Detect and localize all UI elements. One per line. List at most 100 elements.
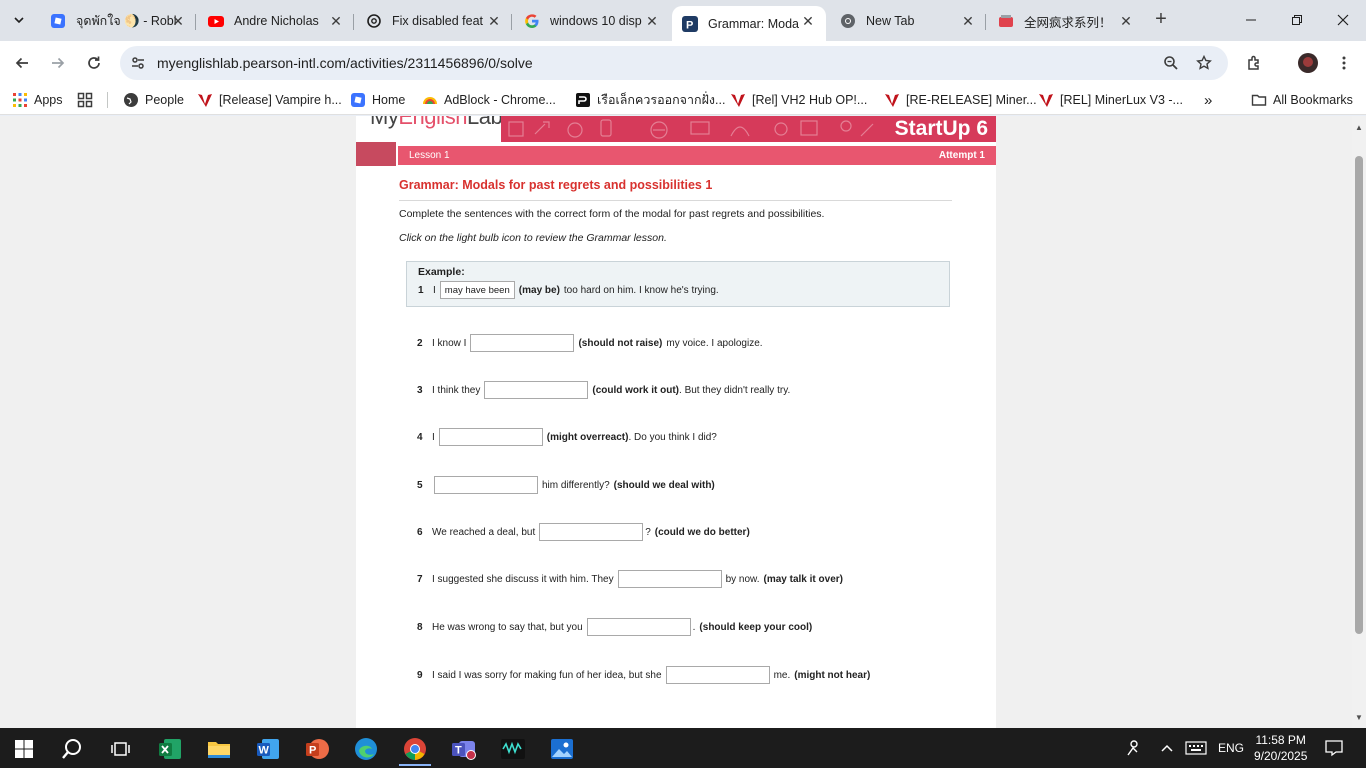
- all-bookmarks-button[interactable]: All Bookmarks: [1251, 91, 1353, 109]
- answer-input[interactable]: [617, 570, 722, 588]
- tab-new-tab[interactable]: New Tab ✕: [830, 6, 986, 36]
- forward-button[interactable]: [44, 49, 72, 77]
- bookmark-star-icon[interactable]: [1194, 53, 1214, 73]
- bookmark-adblock[interactable]: AdBlock - Chrome...: [422, 91, 556, 109]
- tab-grammar-active[interactable]: P Grammar: Moda ✕: [672, 6, 826, 41]
- zoom-icon[interactable]: [1161, 53, 1181, 73]
- close-icon[interactable]: ✕: [328, 13, 344, 30]
- scroll-thumb[interactable]: [1355, 156, 1363, 634]
- bookmark-vh2[interactable]: [Rel] VH2 Hub OP!...: [730, 91, 867, 109]
- tab-youtube[interactable]: Andre Nicholas ✕: [198, 6, 354, 36]
- answer-input[interactable]: [539, 523, 644, 541]
- bookmarks-overflow-button[interactable]: »: [1204, 91, 1212, 109]
- logo-part: English: [398, 116, 467, 129]
- tab-roblox[interactable]: จุดพักใจ 🌖 - Robl ✕: [40, 6, 196, 36]
- powerpoint-icon[interactable]: P: [297, 732, 337, 766]
- profile-avatar[interactable]: [1294, 49, 1322, 77]
- bookmark-apps[interactable]: Apps: [12, 91, 63, 109]
- tab-bilibili[interactable]: 全网疯求系列！ ✕: [988, 6, 1144, 36]
- close-icon[interactable]: ✕: [644, 13, 660, 30]
- tab-google[interactable]: windows 10 disp ✕: [514, 6, 670, 36]
- answer-input[interactable]: [434, 476, 538, 494]
- notifications-icon[interactable]: [1324, 728, 1344, 768]
- bookmark-vampire[interactable]: [Release] Vampire h...: [197, 91, 342, 109]
- question-row: 7 I suggested she discuss it with him. T…: [417, 570, 843, 588]
- people-tray-icon[interactable]: [1124, 728, 1142, 768]
- new-tab-button[interactable]: +: [1150, 8, 1172, 30]
- notion-icon: [575, 92, 591, 108]
- lesson-label: Lesson 1: [409, 150, 450, 161]
- svg-text:T: T: [455, 745, 462, 757]
- bookmarks-bar: Apps People [Release] Vampire h... Home …: [0, 85, 1366, 115]
- question-text: . But they didn't really try.: [679, 384, 791, 396]
- close-icon[interactable]: ✕: [170, 13, 186, 30]
- svg-text:W: W: [259, 745, 270, 757]
- question-number: 8: [417, 621, 423, 633]
- question-number: 1: [418, 284, 424, 296]
- close-icon[interactable]: ✕: [960, 13, 976, 30]
- photos-icon[interactable]: [542, 732, 582, 766]
- question-number: 3: [417, 384, 423, 396]
- wave-app-icon[interactable]: [493, 732, 533, 766]
- scroll-up-icon[interactable]: ▲: [1355, 124, 1363, 132]
- chrome-icon: [840, 13, 856, 29]
- close-window-button[interactable]: [1320, 0, 1366, 40]
- page-scrollbar[interactable]: ▲ ▼: [1352, 116, 1366, 728]
- bookmark-thai[interactable]: เรือเล็กควรออกจากฝั่ง...: [575, 91, 725, 109]
- teams-icon[interactable]: T: [444, 732, 484, 766]
- reload-button[interactable]: [80, 49, 108, 77]
- back-button[interactable]: [8, 49, 36, 77]
- title-divider: [399, 200, 952, 201]
- close-icon[interactable]: ✕: [1118, 13, 1134, 30]
- word-icon[interactable]: W: [248, 732, 288, 766]
- question-hint: (might not hear): [794, 669, 871, 681]
- bookmark-people[interactable]: People: [123, 91, 184, 109]
- language-indicator[interactable]: ENG: [1218, 728, 1244, 768]
- question-number: 5: [417, 479, 423, 491]
- tab-search-button[interactable]: [6, 7, 32, 33]
- file-explorer-icon[interactable]: [199, 732, 239, 766]
- course-name: StartUp 6: [894, 117, 988, 140]
- question-text: by now.: [725, 573, 760, 585]
- scroll-down-icon[interactable]: ▼: [1355, 714, 1363, 722]
- system-clock[interactable]: 11:58 PM 9/20/2025: [1254, 732, 1307, 764]
- tab-chatgpt[interactable]: Fix disabled feat ✕: [356, 6, 512, 36]
- answer-input[interactable]: [665, 666, 770, 684]
- minimize-button[interactable]: [1228, 0, 1274, 40]
- question-text: He was wrong to say that, but you: [432, 621, 583, 633]
- question-hint: (may be): [518, 284, 560, 296]
- question-text: ?: [645, 526, 651, 538]
- close-icon[interactable]: ✕: [486, 13, 502, 30]
- arrow-left-icon: [15, 57, 28, 69]
- question-text: . Do you think I did?: [628, 431, 717, 443]
- answer-input[interactable]: [438, 428, 543, 446]
- answer-input[interactable]: [586, 618, 691, 636]
- task-view-icon[interactable]: [100, 732, 140, 766]
- chevron-up-icon[interactable]: [1160, 728, 1174, 768]
- answer-input[interactable]: [484, 381, 589, 399]
- address-bar[interactable]: myenglishlab.pearson-intl.com/activities…: [120, 46, 1228, 80]
- bookmark-tab-groups[interactable]: [77, 91, 99, 109]
- search-icon[interactable]: [52, 732, 92, 766]
- chrome-icon[interactable]: [395, 732, 435, 766]
- question-row: 8 He was wrong to say that, but you . (s…: [417, 618, 812, 636]
- question-text: I suggested she discuss it with him. The…: [432, 573, 614, 585]
- bookmark-home[interactable]: Home: [350, 91, 405, 109]
- bookmark-miner[interactable]: [RE-RELEASE] Miner...: [884, 91, 1037, 109]
- extensions-button[interactable]: [1241, 49, 1269, 77]
- answer-input[interactable]: [470, 334, 575, 352]
- bookmark-minerlux[interactable]: [REL] MinerLux V3 -...: [1038, 91, 1183, 109]
- restore-button[interactable]: [1274, 0, 1320, 40]
- question-text: my voice. I apologize.: [666, 337, 763, 349]
- bookmark-label: Home: [372, 93, 406, 107]
- bookmarks-divider: [107, 92, 108, 108]
- browser-menu-button[interactable]: [1330, 49, 1358, 77]
- edge-icon[interactable]: [346, 732, 386, 766]
- excel-icon[interactable]: [150, 732, 190, 766]
- keyboard-icon[interactable]: [1185, 728, 1207, 768]
- url-text[interactable]: myenglishlab.pearson-intl.com/activities…: [157, 55, 533, 71]
- site-info-icon[interactable]: [128, 53, 148, 73]
- tab-separator: [511, 14, 512, 30]
- close-icon[interactable]: ✕: [800, 13, 816, 30]
- windows-start-icon[interactable]: [4, 732, 44, 766]
